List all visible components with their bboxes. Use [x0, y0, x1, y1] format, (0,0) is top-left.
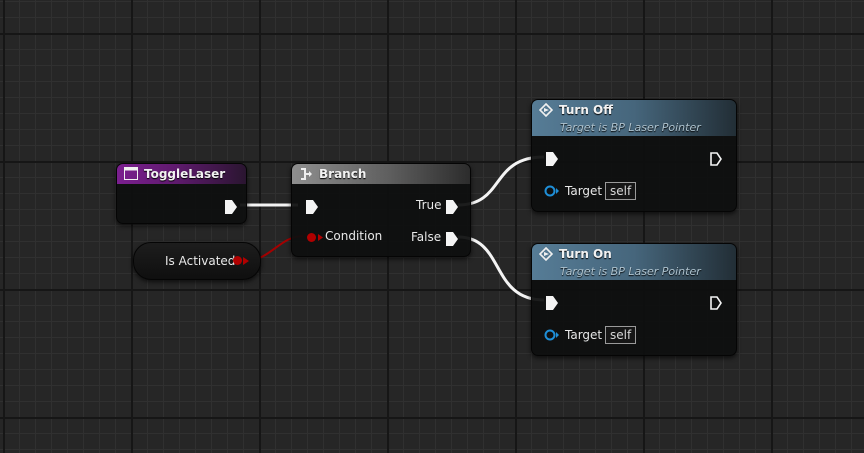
exec-in-pin[interactable] [546, 151, 558, 170]
exec-out-pin[interactable] [225, 199, 237, 218]
object-reference-pin-icon[interactable] [544, 185, 560, 197]
target-label: Target [565, 184, 603, 198]
event-node-title: ToggleLaser [144, 167, 226, 181]
true-label: True [416, 198, 442, 212]
turn-off-title: Turn Off [559, 103, 613, 117]
false-label: False [411, 230, 442, 244]
event-node-togglelaser[interactable]: ToggleLaser [116, 163, 247, 224]
exec-in-pin[interactable] [306, 199, 318, 218]
exec-true-pin[interactable] [446, 199, 458, 218]
bool-out-pin[interactable] [233, 256, 242, 265]
event-node-header[interactable]: ToggleLaser [117, 164, 246, 184]
exec-in-pin[interactable] [546, 295, 558, 314]
function-node-turn-off[interactable]: Turn Off Target is BP Laser Pointer Targ… [531, 99, 737, 212]
condition-pin[interactable] [307, 233, 316, 242]
exec-out-pin[interactable] [710, 151, 722, 170]
turn-on-title: Turn On [559, 247, 612, 261]
turn-off-subtitle: Target is BP Laser Pointer [560, 121, 701, 134]
bool-pin-arrow-icon [318, 234, 323, 241]
target-self-input[interactable]: self [605, 326, 637, 344]
function-node-turn-on[interactable]: Turn On Target is BP Laser Pointer Targe… [531, 243, 737, 356]
branch-node[interactable]: Branch Condition True False [291, 163, 471, 257]
branch-node-icon [299, 167, 313, 184]
turn-off-header[interactable]: Turn Off Target is BP Laser Pointer [532, 100, 736, 136]
turn-on-subtitle: Target is BP Laser Pointer [560, 265, 701, 278]
target-label: Target [565, 328, 603, 342]
function-call-icon [538, 102, 554, 120]
variable-node-label: Is Activated [165, 254, 236, 268]
exec-false-pin[interactable] [446, 231, 458, 250]
bool-pin-arrow-icon [243, 257, 249, 265]
condition-label: Condition [325, 229, 383, 243]
object-reference-pin-icon[interactable] [544, 329, 560, 341]
exec-out-pin[interactable] [710, 295, 722, 314]
variable-node-is-activated[interactable]: Is Activated [133, 242, 261, 280]
branch-node-header[interactable]: Branch [292, 164, 470, 184]
function-call-icon [538, 246, 554, 264]
turn-on-header[interactable]: Turn On Target is BP Laser Pointer [532, 244, 736, 280]
event-node-icon [124, 167, 138, 183]
target-self-input[interactable]: self [605, 182, 637, 200]
branch-node-title: Branch [319, 167, 367, 181]
